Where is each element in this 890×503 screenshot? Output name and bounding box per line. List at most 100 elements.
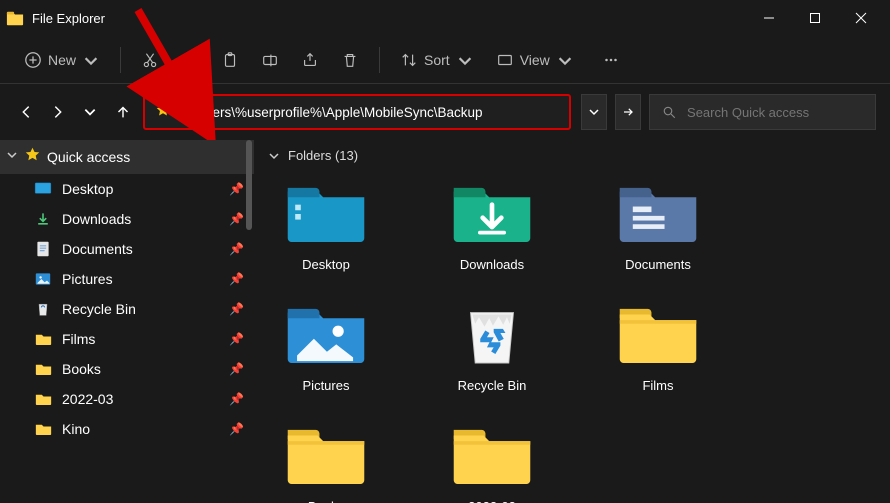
folder-label: Documents — [625, 257, 691, 272]
paste-button[interactable] — [211, 42, 249, 78]
folder-label: Books — [308, 499, 344, 503]
folders-section-header[interactable]: Folders (13) — [254, 140, 890, 171]
star-icon — [155, 102, 171, 123]
sidebar-item-label: 2022-03 — [62, 391, 219, 407]
folder-icon — [34, 420, 52, 438]
quick-access-label: Quick access — [47, 149, 130, 165]
chevron-down-icon — [82, 51, 100, 69]
sidebar-item-pictures[interactable]: Pictures 📌 — [0, 264, 254, 294]
copy-button[interactable] — [171, 42, 209, 78]
folder-books[interactable]: Books — [272, 421, 380, 503]
sidebar-item-documents[interactable]: Documents 📌 — [0, 234, 254, 264]
search-icon — [662, 105, 677, 120]
picture-icon — [34, 270, 52, 288]
sidebar-item-books[interactable]: Books 📌 — [0, 354, 254, 384]
app-folder-icon — [6, 10, 24, 26]
recycle-icon — [34, 300, 52, 318]
folder-label: Desktop — [302, 257, 350, 272]
view-label: View — [520, 52, 550, 68]
pin-icon: 📌 — [229, 212, 244, 226]
new-label: New — [48, 52, 76, 68]
go-button[interactable] — [615, 94, 641, 130]
folder-label: Pictures — [303, 378, 350, 393]
content-area: Folders (13) Desktop Downloads Documents — [254, 140, 890, 503]
back-button[interactable] — [14, 95, 38, 129]
sidebar-item-films[interactable]: Films 📌 — [0, 324, 254, 354]
documents-folder-icon — [614, 179, 702, 249]
sidebar-item-label: Films — [62, 331, 219, 347]
rename-button[interactable] — [251, 42, 289, 78]
forward-button[interactable] — [46, 95, 70, 129]
pin-icon: 📌 — [229, 242, 244, 256]
address-bar[interactable]: C:\Users\%userprofile%\Apple\MobileSync\… — [143, 94, 571, 130]
more-button[interactable] — [592, 42, 630, 78]
sidebar-item-desktop[interactable]: Desktop 📌 — [0, 174, 254, 204]
nav-row: C:\Users\%userprofile%\Apple\MobileSync\… — [0, 84, 890, 140]
maximize-button[interactable] — [792, 2, 838, 34]
folder-recyclebin[interactable]: Recycle Bin — [438, 300, 546, 393]
sidebar-item-label: Books — [62, 361, 219, 377]
sidebar-scrollbar[interactable] — [246, 140, 252, 230]
sidebar-item-2022-03[interactable]: 2022-03 📌 — [0, 384, 254, 414]
titlebar: File Explorer — [0, 0, 890, 36]
chevron-down-icon — [556, 51, 574, 69]
search-input[interactable] — [687, 105, 863, 120]
share-button[interactable] — [291, 42, 329, 78]
folder-label: Downloads — [460, 257, 524, 272]
pin-icon: 📌 — [229, 302, 244, 316]
pin-icon: 📌 — [229, 422, 244, 436]
sidebar-item-label: Pictures — [62, 271, 219, 287]
folder-label: 2022-03 — [468, 499, 516, 503]
folder-films[interactable]: Films — [604, 300, 712, 393]
folder-icon — [448, 421, 536, 491]
document-icon — [34, 240, 52, 258]
sidebar-item-label: Documents — [62, 241, 219, 257]
sort-label: Sort — [424, 52, 450, 68]
pin-icon: 📌 — [229, 362, 244, 376]
folder-grid: Desktop Downloads Documents Pictures — [254, 171, 890, 503]
sidebar-item-downloads[interactable]: Downloads 📌 — [0, 204, 254, 234]
sidebar-item-label: Desktop — [62, 181, 219, 197]
toolbar-divider — [379, 47, 380, 73]
folder-documents[interactable]: Documents — [604, 179, 712, 272]
folder-icon — [34, 360, 52, 378]
sidebar-item-recyclebin[interactable]: Recycle Bin 📌 — [0, 294, 254, 324]
pictures-folder-icon — [282, 300, 370, 370]
folders-header-label: Folders (13) — [288, 148, 358, 163]
folder-downloads[interactable]: Downloads — [438, 179, 546, 272]
toolbar: New Sort View — [0, 36, 890, 84]
desktop-icon — [34, 180, 52, 198]
desktop-folder-icon — [282, 179, 370, 249]
folder-icon — [34, 330, 52, 348]
recent-locations-button[interactable] — [78, 95, 102, 129]
cut-button[interactable] — [131, 42, 169, 78]
chevron-down-icon — [6, 148, 18, 166]
up-button[interactable] — [111, 95, 135, 129]
downloads-folder-icon — [448, 179, 536, 249]
download-icon — [34, 210, 52, 228]
chevron-down-icon — [456, 51, 474, 69]
address-path-text: C:\Users\%userprofile%\Apple\MobileSync\… — [179, 105, 483, 120]
quick-access-header[interactable]: Quick access — [0, 140, 254, 174]
recyclebin-icon — [448, 300, 536, 370]
folder-desktop[interactable]: Desktop — [272, 179, 380, 272]
minimize-button[interactable] — [746, 2, 792, 34]
folder-pictures[interactable]: Pictures — [272, 300, 380, 393]
search-box[interactable] — [649, 94, 876, 130]
pin-icon: 📌 — [229, 272, 244, 286]
pin-icon: 📌 — [229, 392, 244, 406]
sidebar-item-kino[interactable]: Kino 📌 — [0, 414, 254, 444]
folder-label: Recycle Bin — [458, 378, 527, 393]
sort-button[interactable]: Sort — [390, 42, 484, 78]
address-history-button[interactable] — [581, 94, 607, 130]
sidebar-item-label: Kino — [62, 421, 219, 437]
new-button[interactable]: New — [14, 42, 110, 78]
delete-button[interactable] — [331, 42, 369, 78]
toolbar-divider — [120, 47, 121, 73]
pin-icon: 📌 — [229, 332, 244, 346]
folder-2022-03[interactable]: 2022-03 — [438, 421, 546, 503]
view-button[interactable]: View — [486, 42, 584, 78]
sidebar-item-label: Recycle Bin — [62, 301, 219, 317]
close-button[interactable] — [838, 2, 884, 34]
folder-label: Films — [642, 378, 673, 393]
